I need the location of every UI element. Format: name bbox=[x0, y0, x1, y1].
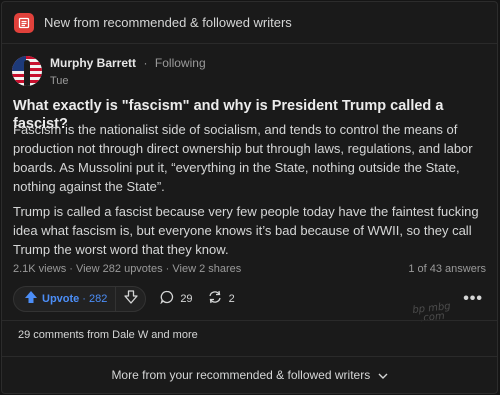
share-icon bbox=[207, 290, 223, 309]
divider bbox=[2, 356, 497, 357]
chevron-down-icon bbox=[378, 369, 388, 383]
upvote-arrow-icon bbox=[24, 290, 38, 309]
answer-paragraph-2: Trump is called a fascist because very f… bbox=[13, 204, 479, 257]
upvote-separator: · bbox=[82, 293, 86, 305]
divider bbox=[2, 320, 497, 321]
more-writers-footer[interactable]: More from your recommended & followed wr… bbox=[2, 368, 497, 383]
answer-stats[interactable]: 2.1K views · View 282 upvotes · View 2 s… bbox=[13, 263, 241, 275]
author-row: Murphy Barrett · Following Tue bbox=[12, 54, 206, 87]
share-count: 2 bbox=[228, 293, 235, 305]
comment-button[interactable]: 29 bbox=[160, 290, 193, 309]
feed-card: New from recommended & followed writers … bbox=[1, 1, 498, 394]
author-name[interactable]: Murphy Barrett bbox=[50, 56, 136, 70]
avatar[interactable] bbox=[12, 55, 42, 86]
upvote-label: Upvote bbox=[42, 293, 80, 305]
comment-icon bbox=[160, 290, 174, 309]
more-options-button[interactable]: ••• bbox=[463, 286, 483, 312]
author-separator: · bbox=[143, 56, 148, 70]
downvote-arrow-icon bbox=[124, 289, 138, 309]
more-dots-icon: ••• bbox=[463, 290, 483, 307]
more-writers-label: More from your recommended & followed wr… bbox=[111, 368, 371, 382]
vote-group: Upvote · 282 bbox=[13, 286, 147, 312]
feed-header-title: New from recommended & followed writers bbox=[44, 15, 292, 30]
upvote-button[interactable]: Upvote · 282 bbox=[14, 287, 115, 311]
downvote-button[interactable] bbox=[115, 287, 145, 311]
answer-date: Tue bbox=[50, 75, 69, 87]
share-button[interactable]: 2 bbox=[207, 290, 235, 309]
feed-icon bbox=[14, 12, 34, 33]
follow-status[interactable]: Following bbox=[155, 56, 206, 70]
feed-header[interactable]: New from recommended & followed writers bbox=[2, 2, 497, 44]
comments-link[interactable]: 29 comments from Dale W and more bbox=[18, 329, 198, 341]
upvote-count: 282 bbox=[88, 293, 108, 305]
answer-position[interactable]: 1 of 43 answers bbox=[408, 263, 486, 275]
comment-count: 29 bbox=[180, 293, 193, 305]
answer-paragraph-1: Fascism is the nationalist side of socia… bbox=[13, 122, 473, 194]
